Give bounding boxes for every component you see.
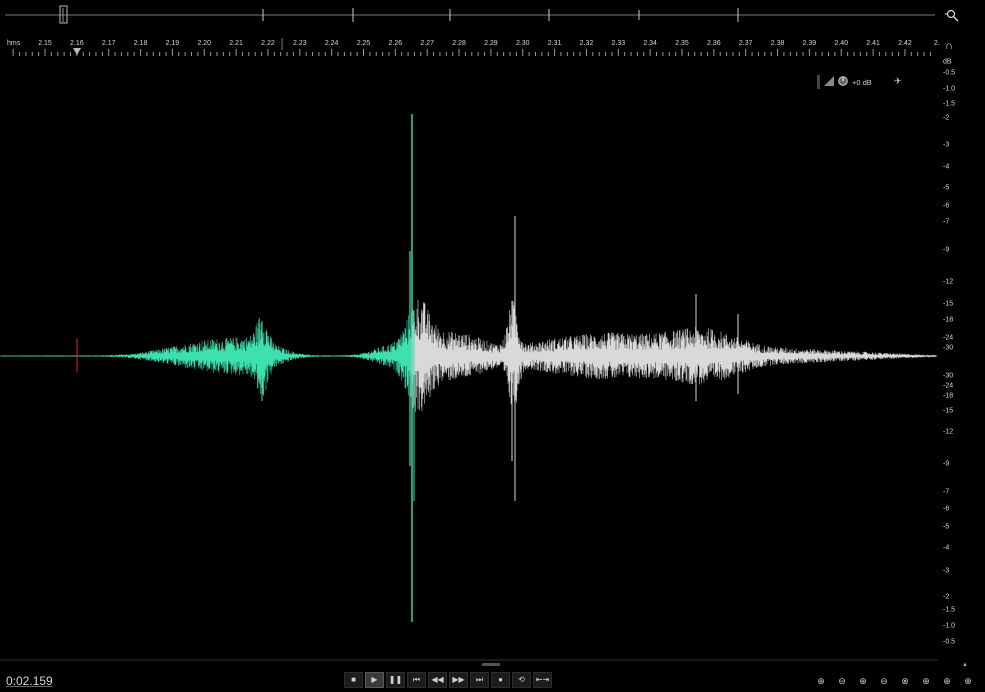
db-tick-label: -12 bbox=[943, 428, 954, 436]
db-unit-label: dB bbox=[943, 58, 952, 66]
zoom-in-right-button[interactable]: ⊕ bbox=[938, 674, 956, 688]
amplitude-hud[interactable]: +0 dB bbox=[817, 74, 872, 90]
volume-knob-icon[interactable] bbox=[838, 76, 848, 88]
db-tick-label: -9 bbox=[943, 460, 950, 468]
zoom-selection-button[interactable]: ⊕ bbox=[959, 674, 977, 688]
db-tick-label: -4 bbox=[943, 544, 950, 552]
db-tick-label: -24 bbox=[943, 334, 954, 342]
pause-button[interactable]: ❚❚ bbox=[386, 672, 405, 688]
gain-value[interactable]: +0 dB bbox=[852, 78, 872, 87]
stop-button[interactable]: ■ bbox=[344, 672, 363, 688]
db-tick-label: -0.5 bbox=[943, 638, 956, 646]
db-tick-label: -30 bbox=[943, 344, 954, 352]
db-tick-label: -5 bbox=[943, 184, 950, 192]
waveform-unselected-region bbox=[410, 300, 936, 412]
time-ruler[interactable]: hms 2.15 2.16 2.17 2.18 2.19 2.20 2.21 2.22 2.23… bbox=[0, 36, 940, 56]
go-to-start-button[interactable]: ⏮ bbox=[407, 672, 426, 688]
waveform-canvas bbox=[0, 114, 938, 661]
rewind-button[interactable]: ◀◀ bbox=[428, 672, 447, 688]
play-button[interactable]: ▶ bbox=[365, 672, 384, 688]
zoom-out-amplitude-button[interactable]: ⊖ bbox=[833, 674, 851, 688]
db-scale[interactable]: dB -0.5 -1.0 -1.5 -2 -3 -4 -5 -6 -7 -9 -12 -15 -18 -2… bbox=[938, 56, 985, 662]
db-tick-label: -6 bbox=[943, 505, 950, 513]
db-tick-label: -3 bbox=[943, 567, 950, 575]
ruler-ticks bbox=[12, 38, 931, 56]
magnet-icon[interactable]: ∩ bbox=[942, 39, 956, 53]
db-tick-label: -9 bbox=[943, 246, 950, 254]
db-tick-label: -18 bbox=[943, 316, 954, 324]
chevron-up-icon[interactable]: ▲ bbox=[962, 662, 968, 668]
db-tick-label: -2 bbox=[943, 114, 950, 122]
bottom-bar: ▲ 0:02.159 ■ ▶ ❚❚ ⏮ ◀◀ ▶▶ ⏭ ● ⟲ ⇤⇥ ⊕ ⊖ ⊕ ⊖ ⊗ ⊕ ⊕ ⊕ bbox=[0, 662, 985, 692]
overview-navigator[interactable] bbox=[0, 0, 985, 36]
db-tick-label: -0.5 bbox=[943, 69, 956, 77]
db-tick-label: -6 bbox=[943, 202, 950, 210]
zoom-in-left-button[interactable]: ⊕ bbox=[917, 674, 935, 688]
db-tick-label: -1.5 bbox=[943, 606, 956, 614]
db-tick-label: -1.5 bbox=[943, 100, 956, 108]
db-tick-label: -7 bbox=[943, 218, 950, 226]
zoom-magnifier-icon[interactable] bbox=[945, 8, 959, 22]
db-tick-label: -1.0 bbox=[943, 85, 956, 93]
hud-grip[interactable] bbox=[817, 75, 820, 89]
loop-button[interactable]: ⟲ bbox=[512, 672, 531, 688]
waveform-selected-region bbox=[1, 315, 411, 396]
db-tick-label: -3 bbox=[943, 141, 950, 149]
zoom-in-amplitude-button[interactable]: ⊕ bbox=[812, 674, 830, 688]
db-tick-label: -7 bbox=[943, 488, 950, 496]
db-tick-label: -12 bbox=[943, 278, 954, 286]
horizontal-scroll-grip[interactable] bbox=[482, 663, 500, 666]
fast-forward-button[interactable]: ▶▶ bbox=[449, 672, 468, 688]
db-tick-label: -1.0 bbox=[943, 622, 956, 630]
zoom-in-time-button[interactable]: ⊕ bbox=[854, 674, 872, 688]
db-tick-label: -2 bbox=[943, 593, 950, 601]
record-button[interactable]: ● bbox=[491, 672, 510, 688]
db-tick-label: -15 bbox=[943, 407, 954, 415]
go-to-end-button[interactable]: ⏭ bbox=[470, 672, 489, 688]
db-tick-label: -18 bbox=[943, 392, 954, 400]
zoom-controls: ⊕ ⊖ ⊕ ⊖ ⊗ ⊕ ⊕ ⊕ bbox=[812, 674, 977, 688]
overview-waveform bbox=[5, 5, 935, 24]
pin-icon[interactable]: ✈ bbox=[894, 76, 902, 87]
db-tick-label: -24 bbox=[943, 382, 954, 390]
transport-controls: ■ ▶ ❚❚ ⏮ ◀◀ ▶▶ ⏭ ● ⟲ ⇤⇥ bbox=[344, 672, 552, 688]
db-tick-label: -4 bbox=[943, 163, 950, 171]
db-tick-label: -30 bbox=[943, 372, 954, 380]
fade-ramp-icon bbox=[824, 76, 834, 88]
db-tick-label: -5 bbox=[943, 523, 950, 531]
db-tick-label: -15 bbox=[943, 300, 954, 308]
zoom-out-time-button[interactable]: ⊖ bbox=[875, 674, 893, 688]
playhead-marker-icon bbox=[73, 48, 81, 55]
current-time-display[interactable]: 0:02.159 bbox=[6, 674, 53, 688]
zoom-out-full-button[interactable]: ⊗ bbox=[896, 674, 914, 688]
skip-selection-button[interactable]: ⇤⇥ bbox=[533, 672, 552, 688]
waveform-display[interactable] bbox=[0, 56, 938, 662]
